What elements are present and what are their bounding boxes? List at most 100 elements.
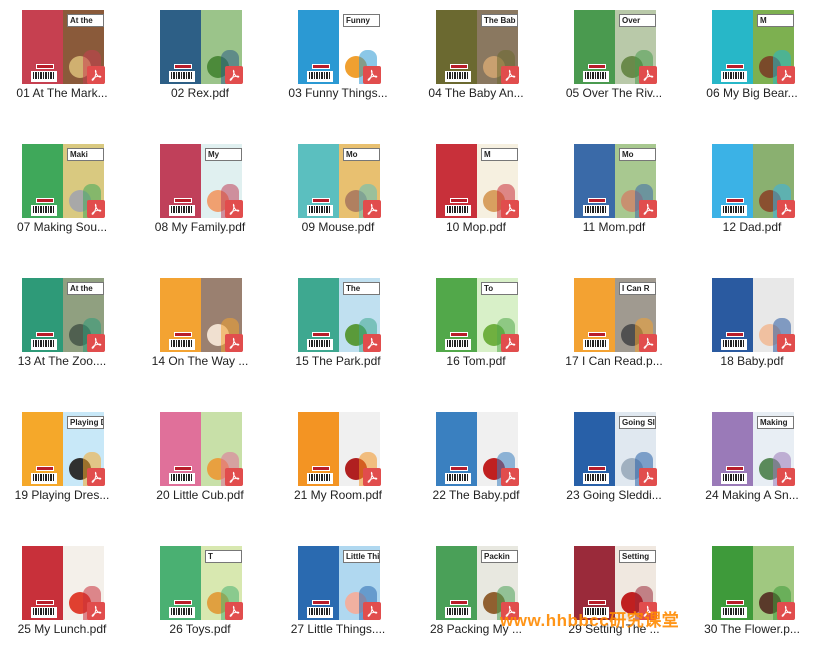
file-item[interactable]: T 26 Toys.pdf (138, 536, 262, 666)
publisher-logo (36, 198, 54, 203)
pdf-icon (777, 468, 795, 486)
barcode-icon (721, 473, 747, 484)
barcode-icon (31, 473, 57, 484)
file-item[interactable]: Packin 28 Packing My ... (414, 536, 538, 666)
file-item[interactable]: To 16 Tom.pdf (414, 268, 538, 398)
file-item[interactable]: Mo 11 Mom.pdf (552, 134, 676, 264)
file-name: 10 Mop.pdf (445, 220, 507, 234)
book-back-cover (712, 278, 753, 352)
pdf-icon (87, 334, 105, 352)
file-item[interactable]: The Bab 04 The Baby An... (414, 0, 538, 130)
file-item[interactable]: Setting 29 Setting The ... (552, 536, 676, 666)
book-back-cover (574, 144, 615, 218)
file-item[interactable]: 25 My Lunch.pdf (0, 536, 124, 666)
file-item[interactable]: Playing Dress Up 19 Playing Dres... (0, 402, 124, 532)
pdf-icon (225, 66, 243, 84)
file-item[interactable]: 20 Little Cub.pdf (138, 402, 262, 532)
barcode-icon (169, 71, 195, 82)
publisher-logo (174, 600, 192, 605)
barcode-icon (169, 607, 195, 618)
barcode-icon (445, 473, 471, 484)
cover-title: Mo (343, 148, 380, 161)
pdf-icon (639, 200, 657, 218)
book-back-cover (712, 144, 753, 218)
file-name: 13 At The Zoo.... (17, 354, 107, 368)
file-name: 12 Dad.pdf (722, 220, 782, 234)
cover-title: The Bab (481, 14, 518, 27)
barcode-icon (445, 71, 471, 82)
pdf-icon (225, 468, 243, 486)
cover-title: The (343, 282, 380, 295)
pdf-icon (87, 468, 105, 486)
pdf-icon (639, 334, 657, 352)
book-back-cover (160, 412, 201, 486)
file-item[interactable]: Maki 07 Making Sou... (0, 134, 124, 264)
file-item[interactable]: The 15 The Park.pdf (276, 268, 400, 398)
file-item[interactable]: Making 24 Making A Sn... (690, 402, 814, 532)
file-item[interactable]: 30 The Flower.p... (690, 536, 814, 666)
publisher-logo (588, 600, 606, 605)
barcode-icon (445, 607, 471, 618)
file-item[interactable]: M 06 My Big Bear... (690, 0, 814, 130)
file-name: 05 Over The Riv... (565, 86, 663, 100)
publisher-logo (450, 332, 468, 337)
book-back-cover (22, 412, 63, 486)
cover-title: Going Sled (619, 416, 656, 429)
file-item[interactable]: Going Sled 23 Going Sleddi... (552, 402, 676, 532)
file-name: 02 Rex.pdf (170, 86, 230, 100)
barcode-icon (307, 339, 333, 350)
file-item[interactable]: M 10 Mop.pdf (414, 134, 538, 264)
file-item[interactable]: Mo 09 Mouse.pdf (276, 134, 400, 264)
file-name: 21 My Room.pdf (293, 488, 383, 502)
file-item[interactable]: 21 My Room.pdf (276, 402, 400, 532)
file-item[interactable]: 18 Baby.pdf (690, 268, 814, 398)
file-item[interactable]: Little Thi 27 Little Things.... (276, 536, 400, 666)
file-item[interactable]: At the 01 At The Mark... (0, 0, 124, 130)
publisher-logo (588, 466, 606, 471)
cover-title: My (205, 148, 242, 161)
barcode-icon (721, 71, 747, 82)
file-item[interactable]: 02 Rex.pdf (138, 0, 262, 130)
file-item[interactable]: 14 On The Way ... (138, 268, 262, 398)
barcode-icon (721, 607, 747, 618)
file-item[interactable]: At the 13 At The Zoo.... (0, 268, 124, 398)
file-item[interactable]: Over 05 Over The Riv... (552, 0, 676, 130)
file-item[interactable]: 12 Dad.pdf (690, 134, 814, 264)
barcode-icon (169, 473, 195, 484)
file-grid: At the 01 At The Mark... 02 Rex.pdf Funny 03… (0, 0, 816, 659)
book-back-cover (436, 412, 477, 486)
cover-title: Setting (619, 550, 656, 563)
publisher-logo (450, 600, 468, 605)
file-name: 07 Making Sou... (16, 220, 108, 234)
publisher-logo (726, 198, 744, 203)
file-item[interactable]: Funny 03 Funny Things... (276, 0, 400, 130)
barcode-icon (721, 205, 747, 216)
watermark-text: www.hhbbcc研究课堂 (500, 611, 680, 630)
file-name: 25 My Lunch.pdf (17, 622, 107, 636)
publisher-logo (588, 198, 606, 203)
cover-title: At the (67, 282, 104, 295)
pdf-icon (501, 334, 519, 352)
book-back-cover (160, 546, 201, 620)
file-name: 04 The Baby An... (428, 86, 524, 100)
book-back-cover (22, 144, 63, 218)
publisher-logo (36, 64, 54, 69)
barcode-icon (169, 205, 195, 216)
publisher-logo (312, 332, 330, 337)
pdf-icon (225, 200, 243, 218)
book-back-cover (298, 278, 339, 352)
cover-title: At the (67, 14, 104, 27)
publisher-logo (588, 64, 606, 69)
barcode-icon (31, 607, 57, 618)
publisher-logo (174, 198, 192, 203)
publisher-logo (312, 600, 330, 605)
publisher-logo (450, 198, 468, 203)
file-item[interactable]: I Can R 17 I Can Read.p... (552, 268, 676, 398)
file-item[interactable]: My 08 My Family.pdf (138, 134, 262, 264)
barcode-icon (583, 339, 609, 350)
pdf-icon (87, 200, 105, 218)
publisher-logo (312, 64, 330, 69)
book-back-cover (22, 546, 63, 620)
book-back-cover (298, 546, 339, 620)
file-item[interactable]: 22 The Baby.pdf (414, 402, 538, 532)
